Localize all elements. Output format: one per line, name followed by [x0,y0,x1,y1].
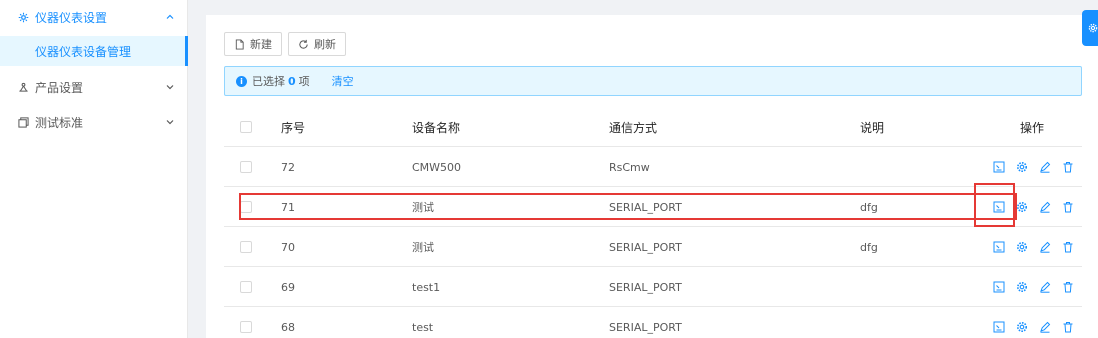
sidebar-subitem-label: 仪器仪表设备管理 [35,44,132,59]
selection-alert: i 已选择 0 项 清空 [224,66,1082,96]
settings-icon [17,11,29,23]
header-comm[interactable]: 通信方式 [609,107,657,147]
row-name: test [412,320,434,334]
row-comm: RsCmw [609,160,650,174]
edit-icon[interactable] [1038,161,1051,174]
delete-icon[interactable] [1061,241,1074,254]
terminal-icon[interactable] [992,321,1005,334]
delete-icon[interactable] [1061,321,1074,334]
table-header-row: 序号 设备名称 通信方式 说明 操作 [224,107,1082,147]
table-row[interactable]: 68 test SERIAL_PORT [224,307,1082,338]
row-checkbox[interactable] [240,161,252,173]
sidebar-item-label: 产品设置 [35,80,84,95]
edit-icon[interactable] [1038,281,1051,294]
header-id[interactable]: 序号 [281,107,305,147]
sidebar-item-product-settings[interactable]: 产品设置 [0,70,188,104]
select-all-checkbox[interactable] [240,121,252,133]
sidebar-item-label: 仪器仪表设置 [35,10,108,25]
row-name: 测试 [412,241,434,254]
row-name: test1 [412,280,441,294]
gear-icon[interactable] [1015,321,1028,334]
sidebar-item-test-standards[interactable]: 测试标准 [0,105,188,139]
file-icon [235,38,244,50]
header-ops: 操作 [1020,120,1045,135]
refresh-icon [299,39,308,49]
header-name[interactable]: 设备名称 [412,107,460,147]
row-checkbox[interactable] [240,201,252,213]
refresh-button[interactable]: 刷新 [288,32,346,56]
new-button[interactable]: 新建 [224,32,282,56]
row-comm: SERIAL_PORT [609,280,682,294]
table-row[interactable]: 70 测试 SERIAL_PORT dfg [224,227,1082,267]
edit-icon[interactable] [1038,201,1051,214]
alert-prefix: 已选择 [252,75,285,88]
row-id: 69 [281,280,295,294]
edit-icon[interactable] [1038,241,1051,254]
selected-count: 0 [288,74,296,88]
delete-icon[interactable] [1061,201,1074,214]
row-name: CMW500 [412,160,462,174]
new-button-label: 新建 [250,38,272,51]
terminal-icon[interactable] [992,201,1005,214]
gear-icon[interactable] [1015,241,1028,254]
sidebar-subitem-instrument-device-management[interactable]: 仪器仪表设备管理 [0,36,188,66]
row-comm: SERIAL_PORT [609,240,682,254]
terminal-icon[interactable] [992,281,1005,294]
row-id: 70 [281,240,295,254]
refresh-button-label: 刷新 [314,38,336,51]
chevron-up-icon [166,14,174,19]
sidebar: 仪器仪表设置 仪器仪表设备管理 产品设置 测试标准 [0,0,188,338]
clear-selection-link[interactable]: 清空 [332,73,354,89]
row-desc: dfg [860,200,878,214]
row-id: 68 [281,320,295,334]
row-name: 测试 [412,201,434,214]
chevron-down-icon [166,85,174,90]
terminal-icon[interactable] [992,161,1005,174]
standard-icon [17,116,29,128]
product-icon [17,81,29,93]
table-row[interactable]: 71 测试 SERIAL_PORT dfg [224,187,1082,227]
floating-settings-button[interactable] [1082,10,1098,46]
sidebar-item-label: 测试标准 [35,115,84,130]
sidebar-item-instrument-settings[interactable]: 仪器仪表设置 [0,0,188,34]
row-desc: dfg [860,240,878,254]
row-comm: SERIAL_PORT [609,200,682,214]
gear-icon[interactable] [1015,281,1028,294]
gear-icon [1088,23,1098,33]
main-card: 新建 刷新 i 已选择 0 项 清空 序号 设备名称 通信方式 说明 操作 72… [206,15,1098,338]
row-checkbox[interactable] [240,321,252,333]
terminal-icon[interactable] [992,241,1005,254]
alert-suffix: 项 [298,75,310,88]
row-checkbox[interactable] [240,241,252,253]
edit-icon[interactable] [1038,321,1051,334]
row-checkbox[interactable] [240,281,252,293]
header-desc[interactable]: 说明 [860,107,884,147]
row-comm: SERIAL_PORT [609,320,682,334]
chevron-down-icon [166,120,174,125]
row-id: 72 [281,160,295,174]
gear-icon[interactable] [1015,201,1028,214]
gear-icon[interactable] [1015,161,1028,174]
table-row[interactable]: 69 test1 SERIAL_PORT [224,267,1082,307]
delete-icon[interactable] [1061,161,1074,174]
delete-icon[interactable] [1061,281,1074,294]
table-row[interactable]: 72 CMW500 RsCmw [224,147,1082,187]
row-id: 71 [281,200,295,214]
toolbar: 新建 刷新 [224,32,346,56]
info-icon: i [236,75,247,87]
